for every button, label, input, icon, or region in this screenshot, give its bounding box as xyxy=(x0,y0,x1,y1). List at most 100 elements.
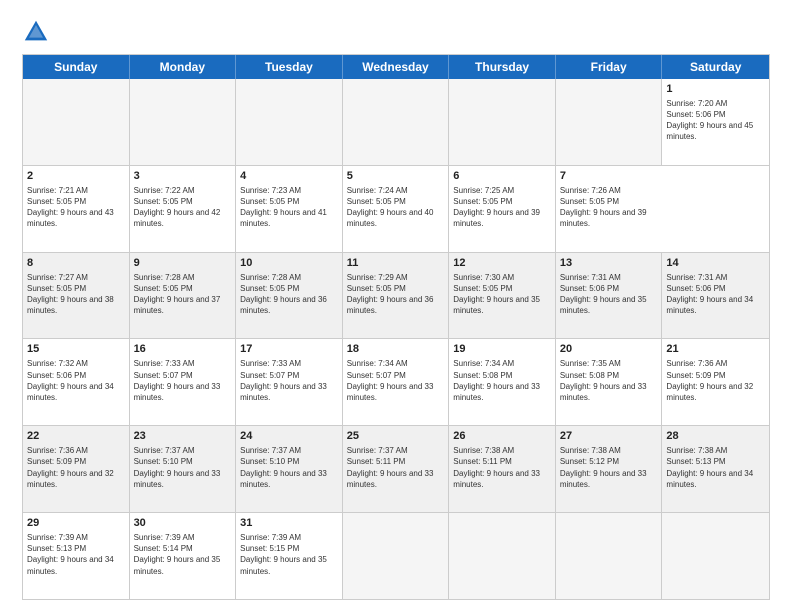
logo xyxy=(22,18,54,46)
cell-info: Sunrise: 7:38 AM Sunset: 5:11 PM Dayligh… xyxy=(453,445,551,490)
calendar-cell xyxy=(449,513,556,599)
calendar-cell xyxy=(236,79,343,165)
day-number: 13 xyxy=(560,256,658,271)
cell-info: Sunrise: 7:38 AM Sunset: 5:13 PM Dayligh… xyxy=(666,445,765,490)
logo-icon xyxy=(22,18,50,46)
cell-info: Sunrise: 7:24 AM Sunset: 5:05 PM Dayligh… xyxy=(347,185,445,230)
day-number: 15 xyxy=(27,342,125,357)
calendar-cell xyxy=(23,79,130,165)
day-number: 11 xyxy=(347,256,445,271)
day-number: 17 xyxy=(240,342,338,357)
calendar-cell: 28Sunrise: 7:38 AM Sunset: 5:13 PM Dayli… xyxy=(662,426,769,512)
cell-info: Sunrise: 7:38 AM Sunset: 5:12 PM Dayligh… xyxy=(560,445,658,490)
cell-info: Sunrise: 7:33 AM Sunset: 5:07 PM Dayligh… xyxy=(134,358,232,403)
day-number: 27 xyxy=(560,429,658,444)
day-number: 14 xyxy=(666,256,765,271)
day-number: 3 xyxy=(134,169,232,184)
day-number: 18 xyxy=(347,342,445,357)
cell-info: Sunrise: 7:32 AM Sunset: 5:06 PM Dayligh… xyxy=(27,358,125,403)
calendar-cell xyxy=(556,79,663,165)
day-number: 10 xyxy=(240,256,338,271)
page: SundayMondayTuesdayWednesdayThursdayFrid… xyxy=(0,0,792,612)
day-number: 30 xyxy=(134,516,232,531)
calendar-week-3: 8Sunrise: 7:27 AM Sunset: 5:05 PM Daylig… xyxy=(23,252,769,339)
day-number: 12 xyxy=(453,256,551,271)
header-day-monday: Monday xyxy=(130,55,237,79)
calendar-cell xyxy=(343,79,450,165)
calendar-cell: 8Sunrise: 7:27 AM Sunset: 5:05 PM Daylig… xyxy=(23,253,130,339)
header-day-tuesday: Tuesday xyxy=(236,55,343,79)
cell-info: Sunrise: 7:29 AM Sunset: 5:05 PM Dayligh… xyxy=(347,272,445,317)
calendar-cell: 14Sunrise: 7:31 AM Sunset: 5:06 PM Dayli… xyxy=(662,253,769,339)
calendar-cell: 18Sunrise: 7:34 AM Sunset: 5:07 PM Dayli… xyxy=(343,339,450,425)
calendar-body: 1Sunrise: 7:20 AM Sunset: 5:06 PM Daylig… xyxy=(23,79,769,599)
calendar-cell: 6Sunrise: 7:25 AM Sunset: 5:05 PM Daylig… xyxy=(449,166,556,252)
cell-info: Sunrise: 7:27 AM Sunset: 5:05 PM Dayligh… xyxy=(27,272,125,317)
calendar-cell: 31Sunrise: 7:39 AM Sunset: 5:15 PM Dayli… xyxy=(236,513,343,599)
cell-info: Sunrise: 7:25 AM Sunset: 5:05 PM Dayligh… xyxy=(453,185,551,230)
calendar-cell: 7Sunrise: 7:26 AM Sunset: 5:05 PM Daylig… xyxy=(556,166,663,252)
cell-info: Sunrise: 7:39 AM Sunset: 5:13 PM Dayligh… xyxy=(27,532,125,577)
calendar-cell xyxy=(556,513,663,599)
cell-info: Sunrise: 7:37 AM Sunset: 5:10 PM Dayligh… xyxy=(240,445,338,490)
calendar-cell: 5Sunrise: 7:24 AM Sunset: 5:05 PM Daylig… xyxy=(343,166,450,252)
header-day-thursday: Thursday xyxy=(449,55,556,79)
calendar-cell: 12Sunrise: 7:30 AM Sunset: 5:05 PM Dayli… xyxy=(449,253,556,339)
cell-info: Sunrise: 7:31 AM Sunset: 5:06 PM Dayligh… xyxy=(666,272,765,317)
calendar-cell: 27Sunrise: 7:38 AM Sunset: 5:12 PM Dayli… xyxy=(556,426,663,512)
calendar: SundayMondayTuesdayWednesdayThursdayFrid… xyxy=(22,54,770,600)
cell-info: Sunrise: 7:22 AM Sunset: 5:05 PM Dayligh… xyxy=(134,185,232,230)
day-number: 4 xyxy=(240,169,338,184)
cell-info: Sunrise: 7:28 AM Sunset: 5:05 PM Dayligh… xyxy=(134,272,232,317)
cell-info: Sunrise: 7:36 AM Sunset: 5:09 PM Dayligh… xyxy=(27,445,125,490)
calendar-cell: 15Sunrise: 7:32 AM Sunset: 5:06 PM Dayli… xyxy=(23,339,130,425)
calendar-cell: 9Sunrise: 7:28 AM Sunset: 5:05 PM Daylig… xyxy=(130,253,237,339)
header xyxy=(22,18,770,46)
cell-info: Sunrise: 7:33 AM Sunset: 5:07 PM Dayligh… xyxy=(240,358,338,403)
calendar-cell: 20Sunrise: 7:35 AM Sunset: 5:08 PM Dayli… xyxy=(556,339,663,425)
day-number: 25 xyxy=(347,429,445,444)
calendar-week-1: 1Sunrise: 7:20 AM Sunset: 5:06 PM Daylig… xyxy=(23,79,769,165)
cell-info: Sunrise: 7:30 AM Sunset: 5:05 PM Dayligh… xyxy=(453,272,551,317)
calendar-cell: 4Sunrise: 7:23 AM Sunset: 5:05 PM Daylig… xyxy=(236,166,343,252)
calendar-cell: 3Sunrise: 7:22 AM Sunset: 5:05 PM Daylig… xyxy=(130,166,237,252)
calendar-cell: 19Sunrise: 7:34 AM Sunset: 5:08 PM Dayli… xyxy=(449,339,556,425)
day-number: 31 xyxy=(240,516,338,531)
cell-info: Sunrise: 7:36 AM Sunset: 5:09 PM Dayligh… xyxy=(666,358,765,403)
cell-info: Sunrise: 7:34 AM Sunset: 5:07 PM Dayligh… xyxy=(347,358,445,403)
cell-info: Sunrise: 7:35 AM Sunset: 5:08 PM Dayligh… xyxy=(560,358,658,403)
day-number: 23 xyxy=(134,429,232,444)
cell-info: Sunrise: 7:34 AM Sunset: 5:08 PM Dayligh… xyxy=(453,358,551,403)
calendar-cell: 29Sunrise: 7:39 AM Sunset: 5:13 PM Dayli… xyxy=(23,513,130,599)
calendar-week-4: 15Sunrise: 7:32 AM Sunset: 5:06 PM Dayli… xyxy=(23,338,769,425)
calendar-week-5: 22Sunrise: 7:36 AM Sunset: 5:09 PM Dayli… xyxy=(23,425,769,512)
header-day-friday: Friday xyxy=(556,55,663,79)
day-number: 6 xyxy=(453,169,551,184)
calendar-cell: 2Sunrise: 7:21 AM Sunset: 5:05 PM Daylig… xyxy=(23,166,130,252)
cell-info: Sunrise: 7:37 AM Sunset: 5:11 PM Dayligh… xyxy=(347,445,445,490)
calendar-cell xyxy=(449,79,556,165)
calendar-week-2: 2Sunrise: 7:21 AM Sunset: 5:05 PM Daylig… xyxy=(23,165,769,252)
calendar-week-6: 29Sunrise: 7:39 AM Sunset: 5:13 PM Dayli… xyxy=(23,512,769,599)
calendar-cell: 26Sunrise: 7:38 AM Sunset: 5:11 PM Dayli… xyxy=(449,426,556,512)
cell-info: Sunrise: 7:28 AM Sunset: 5:05 PM Dayligh… xyxy=(240,272,338,317)
calendar-cell: 13Sunrise: 7:31 AM Sunset: 5:06 PM Dayli… xyxy=(556,253,663,339)
calendar-cell: 10Sunrise: 7:28 AM Sunset: 5:05 PM Dayli… xyxy=(236,253,343,339)
calendar-cell xyxy=(662,513,769,599)
header-day-saturday: Saturday xyxy=(662,55,769,79)
calendar-cell: 21Sunrise: 7:36 AM Sunset: 5:09 PM Dayli… xyxy=(662,339,769,425)
day-number: 5 xyxy=(347,169,445,184)
day-number: 21 xyxy=(666,342,765,357)
cell-info: Sunrise: 7:26 AM Sunset: 5:05 PM Dayligh… xyxy=(560,185,659,230)
calendar-cell xyxy=(343,513,450,599)
cell-info: Sunrise: 7:37 AM Sunset: 5:10 PM Dayligh… xyxy=(134,445,232,490)
day-number: 7 xyxy=(560,169,659,184)
day-number: 1 xyxy=(666,82,765,97)
cell-info: Sunrise: 7:23 AM Sunset: 5:05 PM Dayligh… xyxy=(240,185,338,230)
calendar-cell: 1Sunrise: 7:20 AM Sunset: 5:06 PM Daylig… xyxy=(662,79,769,165)
calendar-cell: 17Sunrise: 7:33 AM Sunset: 5:07 PM Dayli… xyxy=(236,339,343,425)
calendar-cell xyxy=(130,79,237,165)
day-number: 9 xyxy=(134,256,232,271)
cell-info: Sunrise: 7:20 AM Sunset: 5:06 PM Dayligh… xyxy=(666,98,765,143)
calendar-cell: 23Sunrise: 7:37 AM Sunset: 5:10 PM Dayli… xyxy=(130,426,237,512)
